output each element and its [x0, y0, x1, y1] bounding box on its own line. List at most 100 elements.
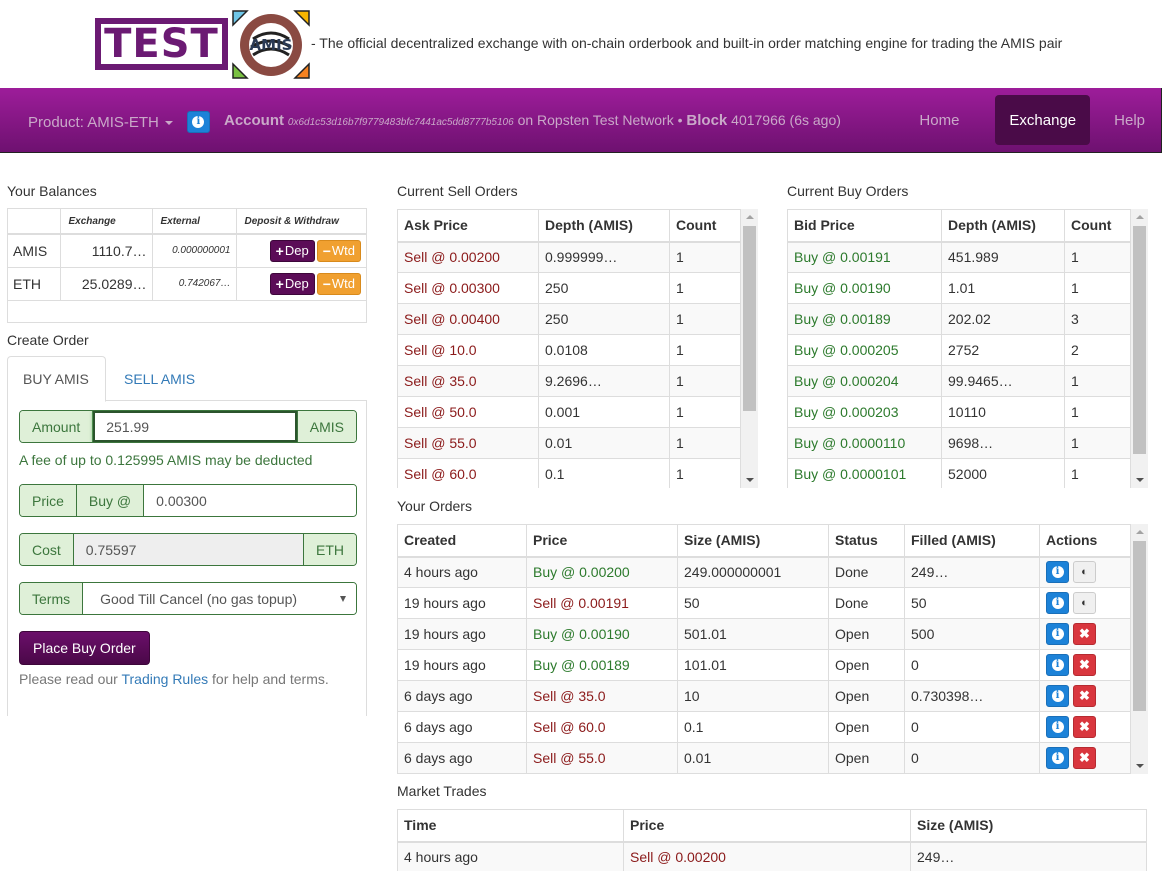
- sell-order-price[interactable]: Sell @ 60.0: [397, 458, 539, 488]
- buy-orders-table-wrap: Bid Price Depth (AMIS) Count Buy @ 0.001…: [787, 209, 1131, 488]
- order-info-button[interactable]: i: [1046, 685, 1069, 707]
- buy-order-row[interactable]: Buy @ 0.00191 451.989 1: [787, 241, 1131, 273]
- sell-order-price[interactable]: Sell @ 0.00400: [397, 303, 539, 335]
- scroll-down-icon[interactable]: [746, 478, 754, 482]
- buy-order-row[interactable]: Buy @ 0.000203 10110 1: [787, 396, 1131, 428]
- buy-order-price[interactable]: Buy @ 0.000203: [787, 396, 942, 428]
- order-actions: i ✖: [1039, 649, 1131, 681]
- sell-order-row[interactable]: Sell @ 35.0 9.2696… 1: [397, 365, 741, 397]
- sell-order-price[interactable]: Sell @ 0.00300: [397, 272, 539, 304]
- sell-order-price[interactable]: Sell @ 35.0: [397, 365, 539, 397]
- order-created: 19 hours ago: [397, 649, 527, 681]
- product-label: Product: AMIS-ETH: [28, 113, 159, 131]
- order-info-button[interactable]: i: [1046, 654, 1069, 676]
- buy-order-price[interactable]: Buy @ 0.00189: [787, 303, 942, 335]
- tab-sell[interactable]: SELL AMIS: [109, 356, 210, 402]
- cancel-order-button[interactable]: ✖: [1073, 716, 1096, 738]
- order-info-button[interactable]: i: [1046, 561, 1069, 584]
- sell-order-row[interactable]: Sell @ 60.0 0.1 1: [397, 458, 741, 488]
- caret-down-icon: [164, 121, 173, 125]
- buy-order-row[interactable]: Buy @ 0.000205 2752 2: [787, 334, 1131, 366]
- order-price: Buy @ 0.00190: [526, 618, 678, 650]
- buy-orders-scrollbar[interactable]: [1131, 209, 1148, 488]
- nav-help[interactable]: Help: [1098, 95, 1161, 145]
- scroll-thumb[interactable]: [1133, 541, 1146, 711]
- buy-order-price[interactable]: Buy @ 0.0000101: [787, 458, 942, 488]
- withdraw-label: Wtd: [331, 243, 355, 259]
- sell-order-price[interactable]: Sell @ 10.0: [397, 334, 539, 366]
- product-dropdown[interactable]: Product: AMIS-ETH i: [28, 111, 210, 133]
- minus-icon: −: [322, 275, 331, 292]
- order-info-button[interactable]: i: [1046, 592, 1069, 614]
- sell-order-row[interactable]: Sell @ 50.0 0.001 1: [397, 396, 741, 428]
- cancel-order-button[interactable]: ✖: [1073, 747, 1096, 769]
- cancel-order-button[interactable]: ✖: [1073, 654, 1096, 676]
- buy-order-price[interactable]: Buy @ 0.000205: [787, 334, 942, 366]
- amount-label: Amount: [20, 411, 94, 442]
- your-orders-scrollbar[interactable]: [1131, 524, 1148, 774]
- trading-rules-link[interactable]: Trading Rules: [121, 671, 208, 687]
- trade-row: 4 hours ago Sell @ 0.00200 249…: [397, 841, 1147, 871]
- orders-header-created: Created: [397, 524, 527, 558]
- info-icon: i: [1051, 659, 1064, 671]
- order-info-button[interactable]: i: [1046, 716, 1069, 738]
- nav-exchange[interactable]: Exchange: [995, 95, 1091, 145]
- hide-order-button[interactable]: ◐: [1073, 592, 1096, 614]
- eye-slash-icon: ◐: [1081, 566, 1088, 579]
- close-icon: ✖: [1079, 626, 1090, 641]
- sell-orders-scrollbar[interactable]: [741, 209, 758, 488]
- deposit-button[interactable]: + Dep: [269, 272, 315, 295]
- sell-order-row[interactable]: Sell @ 10.0 0.0108 1: [397, 334, 741, 366]
- navbar: Product: AMIS-ETH i Account 0x6d1c53d16b…: [0, 88, 1162, 153]
- order-filled: 0: [904, 711, 1040, 743]
- buy-order-row[interactable]: Buy @ 0.0000101 52000 1: [787, 458, 1131, 488]
- nav-home[interactable]: Home: [903, 95, 975, 145]
- buy-order-row[interactable]: Buy @ 0.00190 1.01 1: [787, 272, 1131, 304]
- terms-value: Good Till Cancel (no gas topup): [100, 590, 298, 607]
- hide-order-button[interactable]: ◐: [1073, 561, 1096, 584]
- order-info-button[interactable]: i: [1046, 747, 1069, 769]
- tab-buy[interactable]: BUY AMIS: [7, 356, 106, 402]
- price-input[interactable]: 0.00300: [144, 485, 356, 516]
- buy-order-count: 1: [1064, 427, 1131, 459]
- sell-order-row[interactable]: Sell @ 55.0 0.01 1: [397, 427, 741, 459]
- buy-order-price[interactable]: Buy @ 0.00191: [787, 241, 942, 273]
- sell-order-row[interactable]: Sell @ 0.00200 0.999999… 1: [397, 241, 741, 273]
- amount-input[interactable]: 251.99: [93, 411, 297, 442]
- balances-header-token: [8, 209, 61, 235]
- product-info-button[interactable]: i: [186, 111, 210, 133]
- scroll-thumb[interactable]: [1133, 226, 1146, 454]
- sell-order-row[interactable]: Sell @ 0.00300 250 1: [397, 272, 741, 304]
- buy-order-row[interactable]: Buy @ 0.00189 202.02 3: [787, 303, 1131, 335]
- sell-order-price[interactable]: Sell @ 50.0: [397, 396, 539, 428]
- order-status: Open: [828, 618, 905, 650]
- sell-order-row[interactable]: Sell @ 0.00400 250 1: [397, 303, 741, 335]
- buy-order-price[interactable]: Buy @ 0.00190: [787, 272, 942, 304]
- order-status: Open: [828, 649, 905, 681]
- sell-order-price[interactable]: Sell @ 55.0: [397, 427, 539, 459]
- order-info-button[interactable]: i: [1046, 623, 1069, 645]
- withdraw-button[interactable]: − Wtd: [316, 239, 361, 262]
- buy-order-row[interactable]: Buy @ 0.0000110 9698… 1: [787, 427, 1131, 459]
- cancel-order-button[interactable]: ✖: [1073, 623, 1096, 645]
- scroll-thumb[interactable]: [743, 226, 756, 411]
- terms-select[interactable]: Good Till Cancel (no gas topup): [83, 583, 356, 614]
- scroll-up-icon[interactable]: [1136, 530, 1144, 534]
- cancel-order-button[interactable]: ✖: [1073, 685, 1096, 707]
- buy-order-price[interactable]: Buy @ 0.0000110: [787, 427, 942, 459]
- scroll-down-icon[interactable]: [1136, 478, 1144, 482]
- order-size: 0.01: [677, 742, 829, 774]
- balance-external: 0.742067…: [152, 267, 237, 301]
- sell-order-price[interactable]: Sell @ 0.00200: [397, 241, 539, 273]
- scroll-down-icon[interactable]: [1136, 764, 1144, 768]
- buy-order-price[interactable]: Buy @ 0.000204: [787, 365, 942, 397]
- balances-panel: Exchange External Deposit & Withdraw AMI…: [7, 208, 367, 323]
- buy-order-row[interactable]: Buy @ 0.000204 99.9465… 1: [787, 365, 1131, 397]
- sell-header-depth: Depth (AMIS): [538, 209, 670, 243]
- deposit-button[interactable]: + Dep: [269, 239, 315, 262]
- scroll-up-icon[interactable]: [1136, 215, 1144, 219]
- plus-icon: +: [275, 242, 284, 259]
- scroll-up-icon[interactable]: [746, 215, 754, 219]
- withdraw-button[interactable]: − Wtd: [316, 272, 361, 295]
- place-order-button[interactable]: Place Buy Order: [19, 631, 150, 665]
